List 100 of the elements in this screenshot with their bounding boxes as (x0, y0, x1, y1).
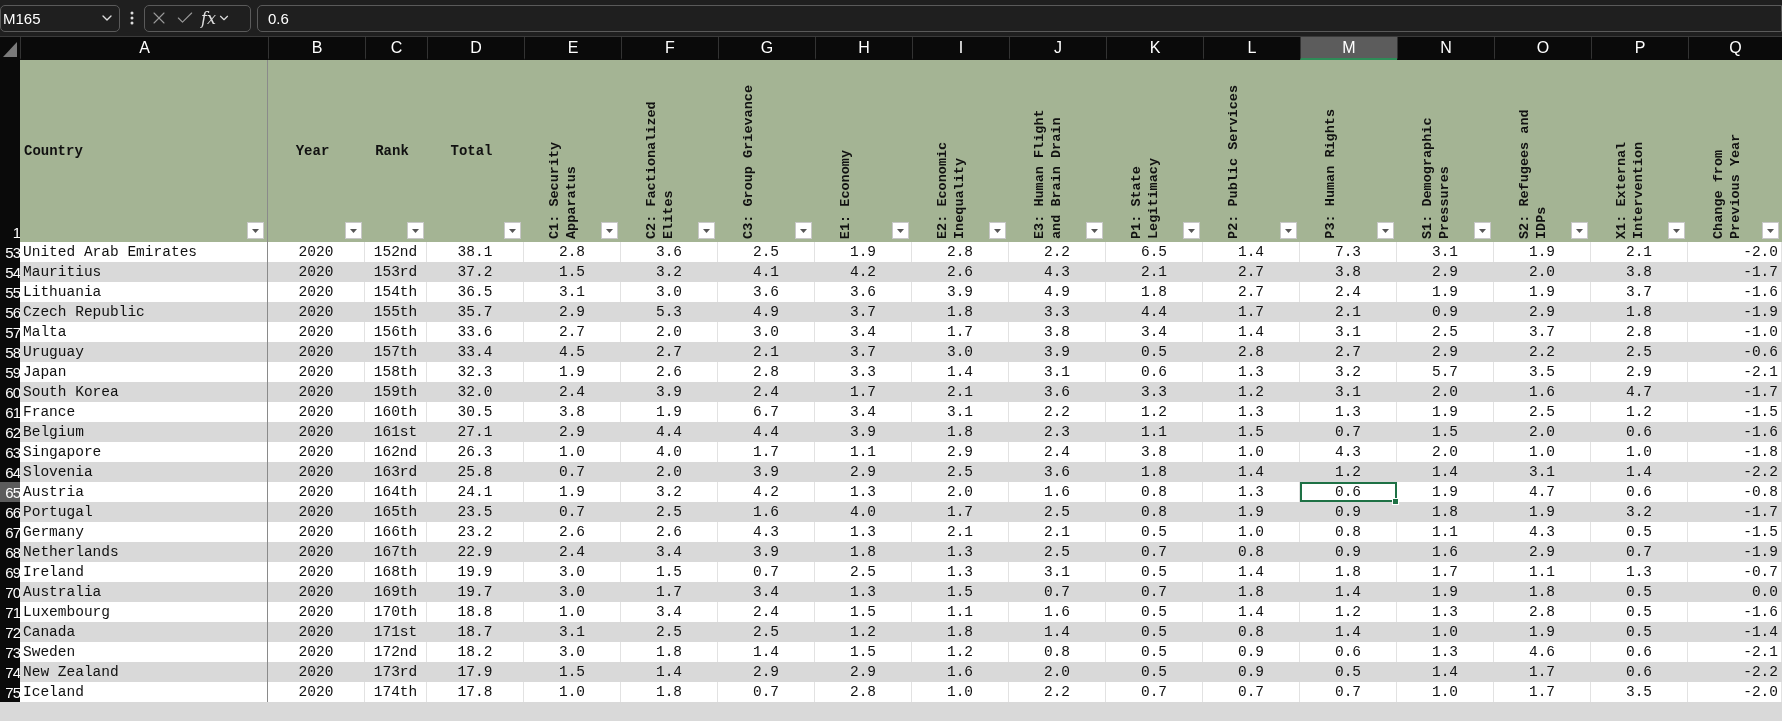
table-cell: 164th (365, 482, 427, 502)
table-cell: 33.4 (427, 342, 524, 362)
filter-button[interactable] (1668, 222, 1685, 239)
table-cell: 3.6 (1009, 462, 1106, 482)
table-cell: 2.4 (524, 382, 621, 402)
filter-button[interactable] (1762, 222, 1779, 239)
table-cell: 2.1 (1300, 302, 1397, 322)
table-cell: 1.3 (1203, 362, 1300, 382)
table-cell: Netherlands (20, 542, 268, 562)
table-cell: 152nd (365, 242, 427, 262)
table-cell: 23.5 (427, 502, 524, 522)
filter-button[interactable] (698, 222, 715, 239)
caret-icon (1479, 228, 1486, 233)
table-cell: 26.3 (427, 442, 524, 462)
table-cell: 1.2 (815, 622, 912, 642)
filter-button[interactable] (1183, 222, 1200, 239)
table-cell: -2.1 (1688, 642, 1782, 662)
table-cell: 0.8 (1106, 482, 1203, 502)
formula-field[interactable]: 0.6 (257, 4, 1782, 32)
table-cell: 2.9 (524, 302, 621, 322)
table-cell: 1.8 (1106, 282, 1203, 302)
filter-button[interactable] (247, 222, 264, 239)
row-header[interactable]: 65 (0, 482, 20, 502)
table-cell: 3.9 (718, 462, 815, 482)
table-cell: 1.0 (1203, 522, 1300, 542)
table-cell: 1.8 (1300, 562, 1397, 582)
table-cell: 3.9 (1009, 342, 1106, 362)
table-cell: 3.6 (621, 242, 718, 262)
table-cell: 1.7 (718, 442, 815, 462)
table-cell: 1.0 (1397, 682, 1494, 702)
table-cell: Austria (20, 482, 268, 502)
table-cell: 25.8 (427, 462, 524, 482)
filter-button[interactable] (1377, 222, 1394, 239)
column-header[interactable]: M (1300, 37, 1397, 60)
table-cell: 0.5 (1591, 602, 1688, 622)
filter-button[interactable] (407, 222, 424, 239)
table-cell: 1.4 (1203, 462, 1300, 482)
table-cell: 174th (365, 682, 427, 702)
table-cell: 3.1 (524, 282, 621, 302)
table-cell: -1.7 (1688, 262, 1782, 282)
table-cell: 3.3 (815, 362, 912, 382)
caret-icon (412, 228, 419, 233)
filter-button[interactable] (795, 222, 812, 239)
table-cell: 1.0 (1494, 442, 1591, 462)
filter-button[interactable] (504, 222, 521, 239)
table-cell: -1.4 (1688, 622, 1782, 642)
table-cell: 171st (365, 622, 427, 642)
filter-button[interactable] (1571, 222, 1588, 239)
filter-button[interactable] (601, 222, 618, 239)
table-cell: 37.2 (427, 262, 524, 282)
caret-icon (1285, 228, 1292, 233)
table-cell: 0.5 (1106, 562, 1203, 582)
table-cell: 3.1 (1494, 462, 1591, 482)
table-cell: 3.7 (815, 302, 912, 322)
table-cell: 1.5 (912, 582, 1009, 602)
filter-button[interactable] (989, 222, 1006, 239)
table-cell: -1.5 (1688, 522, 1782, 542)
table-cell: 2.6 (912, 262, 1009, 282)
table-cell: 2.0 (621, 462, 718, 482)
table-cell: 0.6 (1300, 482, 1397, 502)
row-header[interactable]: 1 (0, 60, 20, 242)
table-cell: 3.5 (1494, 362, 1591, 382)
table-cell: 2.1 (912, 382, 1009, 402)
table-cell: 1.9 (621, 402, 718, 422)
table-cell: 2.5 (1009, 502, 1106, 522)
table-cell: 0.5 (1106, 602, 1203, 622)
filter-button[interactable] (1280, 222, 1297, 239)
table-cell: 1.4 (912, 362, 1009, 382)
table-cell: 1.6 (718, 502, 815, 522)
table-cell: 1.9 (1494, 622, 1591, 642)
filter-button[interactable] (1086, 222, 1103, 239)
table-cell: 1.8 (621, 682, 718, 702)
table-cell: -2.0 (1688, 682, 1782, 702)
table-cell: 3.1 (1397, 242, 1494, 262)
name-box[interactable]: M165 (0, 4, 120, 32)
table-cell: 3.9 (815, 422, 912, 442)
filter-button[interactable] (1474, 222, 1491, 239)
table-cell: 19.7 (427, 582, 524, 602)
table-cell: 2.9 (815, 662, 912, 682)
table-cell: 18.7 (427, 622, 524, 642)
caret-icon (1091, 228, 1098, 233)
filter-button[interactable] (892, 222, 909, 239)
more-icon[interactable] (130, 11, 134, 25)
table-cell: 0.5 (1591, 622, 1688, 642)
table-cell: 162nd (365, 442, 427, 462)
table-cell: 0.0 (1688, 582, 1782, 602)
table-cell: 36.5 (427, 282, 524, 302)
table-cell: 30.5 (427, 402, 524, 422)
filter-button[interactable] (345, 222, 362, 239)
table-cell: 22.9 (427, 542, 524, 562)
table-cell: 1.5 (524, 262, 621, 282)
table-cell: 166th (365, 522, 427, 542)
table-cell: 2020 (268, 462, 365, 482)
table-cell: 1.6 (1009, 602, 1106, 622)
table-cell: 3.1 (1300, 322, 1397, 342)
table-cell: 173rd (365, 662, 427, 682)
table-cell: 3.1 (912, 402, 1009, 422)
table-cell: 0.7 (1106, 582, 1203, 602)
table-cell: 3.8 (1009, 322, 1106, 342)
table-cell: 3.8 (1591, 262, 1688, 282)
